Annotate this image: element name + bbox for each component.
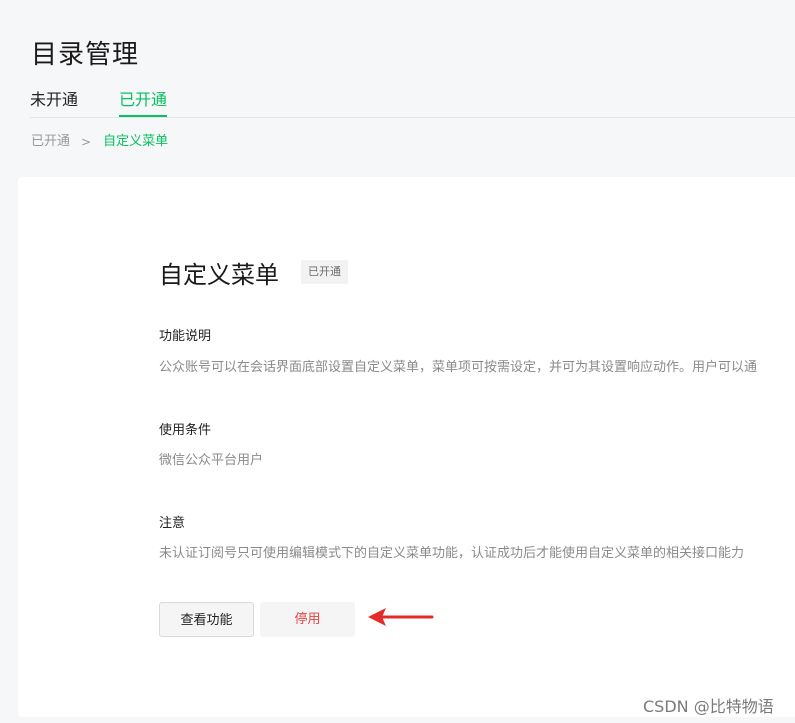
- section-heading-conditions: 使用条件: [159, 423, 212, 438]
- section-text-description: 公众账号可以在会话界面底部设置自定义菜单，菜单项可按需设定，并可为其设置响应动作…: [159, 360, 758, 375]
- section-text-note: 未认证订阅号只可使用编辑模式下的自定义菜单功能，认证成功后才能使用自定义菜单的相…: [159, 546, 745, 561]
- section-heading-description: 功能说明: [159, 329, 212, 344]
- tab-not-opened[interactable]: 未开通: [30, 88, 78, 116]
- breadcrumb: 已开通 > 自定义菜单: [31, 133, 168, 151]
- chevron-right-icon: >: [81, 135, 92, 149]
- red-arrow-icon: [368, 608, 434, 626]
- breadcrumb-current: 自定义菜单: [103, 134, 169, 149]
- feature-title: 自定义菜单: [159, 261, 279, 289]
- watermark: CSDN @比特物语: [643, 697, 774, 716]
- tab-bar: 未开通 已开通: [30, 88, 795, 118]
- feature-card: 自定义菜单 已开通 功能说明 公众账号可以在会话界面底部设置自定义菜单，菜单项可…: [18, 177, 795, 717]
- section-heading-note: 注意: [159, 516, 186, 531]
- breadcrumb-parent-link[interactable]: 已开通: [31, 133, 70, 151]
- tab-opened[interactable]: 已开通: [119, 88, 168, 117]
- section-text-conditions: 微信公众平台用户: [159, 453, 264, 468]
- status-badge: 已开通: [301, 260, 348, 284]
- page-title: 目录管理: [31, 40, 140, 70]
- disable-button[interactable]: 停用: [260, 602, 355, 637]
- view-feature-button[interactable]: 查看功能: [159, 602, 254, 637]
